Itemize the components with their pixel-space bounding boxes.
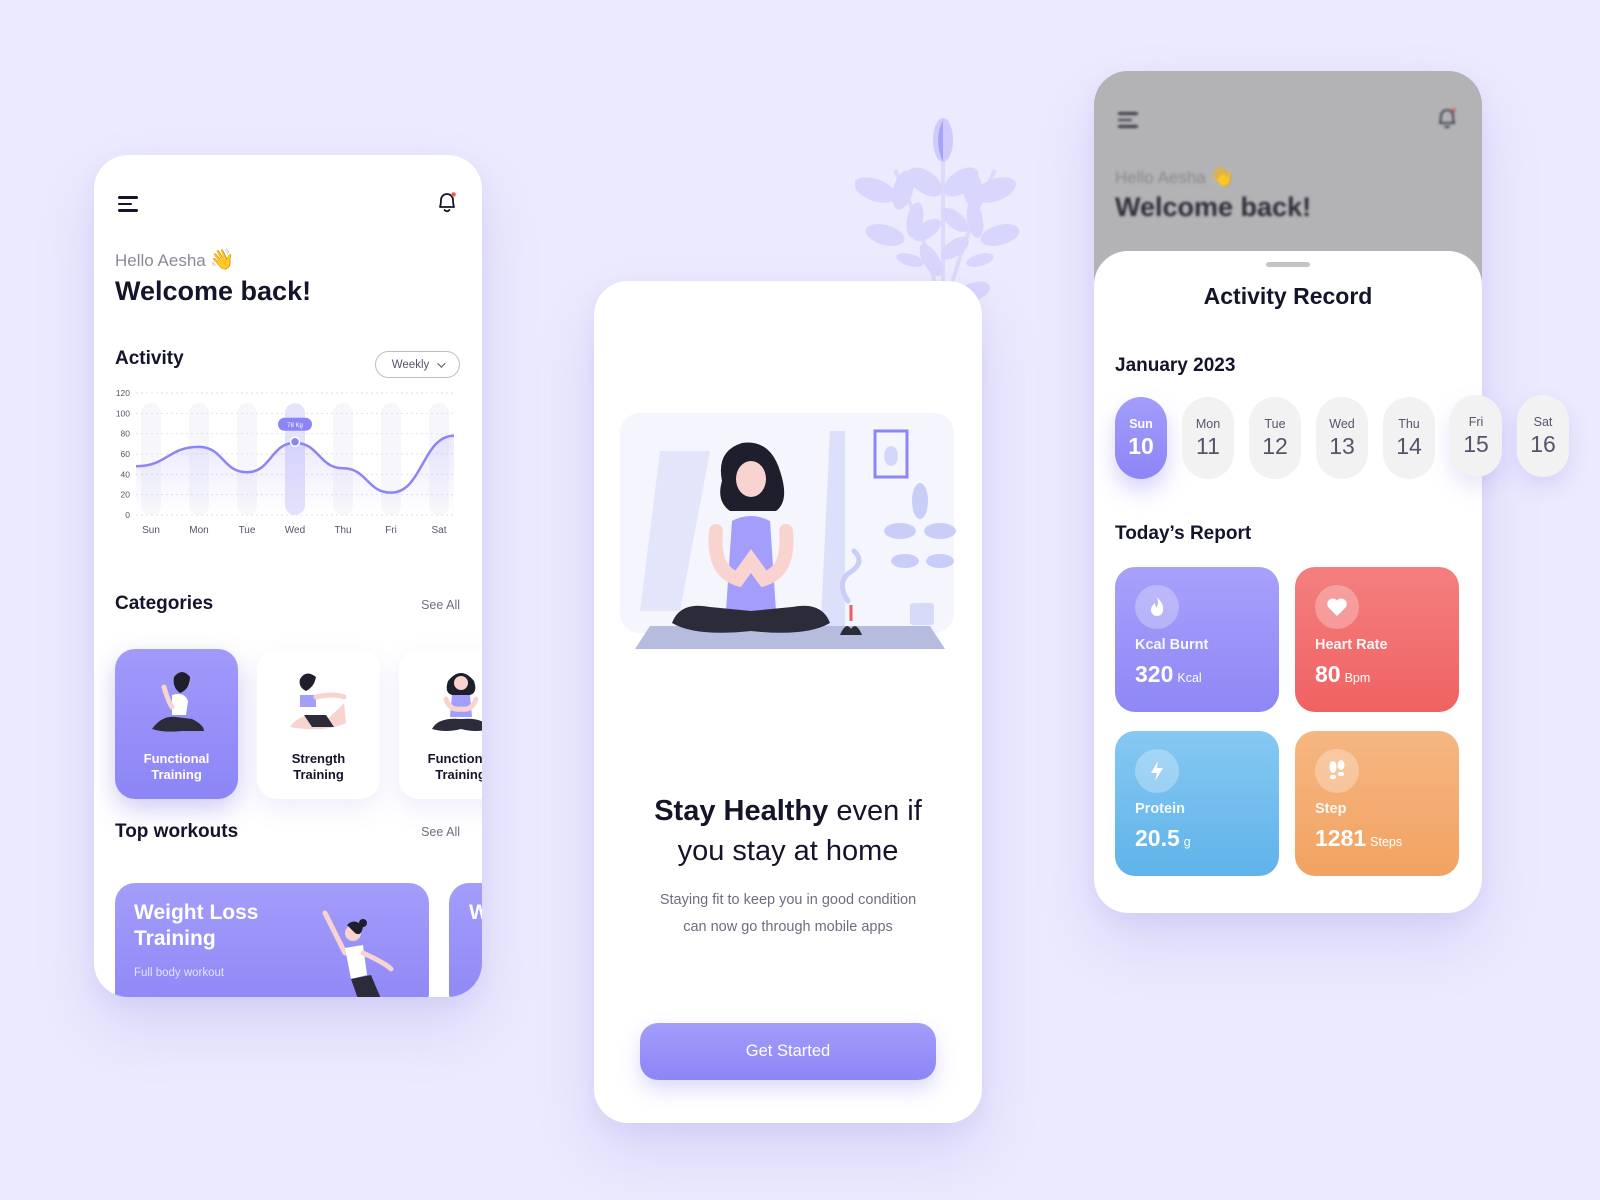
bell-icon [1436, 107, 1458, 131]
x-tick-label: Wed [285, 525, 305, 536]
footsteps-icon [1315, 749, 1359, 793]
greeting: Hello Aesha 👋 [115, 249, 235, 271]
hamburger-icon[interactable] [118, 196, 138, 212]
activity-chart: 0 20 40 60 80 100 120 Sun Mon Tue Wed Thu Fri Sat 78 K… [116, 388, 455, 536]
x-tick-label: Mon [189, 525, 208, 536]
wave-icon: 👋 [209, 249, 235, 271]
day-pill-tue[interactable]: Tue 12 [1249, 397, 1301, 479]
day-pill-fri[interactable]: Fri 15 [1450, 395, 1502, 477]
day-number: 12 [1262, 432, 1288, 459]
onboarding-headline: Stay Healthy even if you stay at home [654, 795, 922, 867]
y-tick-label: 0 [125, 510, 130, 520]
categories-title: Categories [115, 593, 214, 614]
y-tick-label: 100 [116, 408, 130, 418]
day-name: Thu [1398, 416, 1420, 431]
day-name: Sun [1129, 416, 1153, 431]
workout-title: W T [469, 901, 482, 924]
heart-icon [1315, 585, 1359, 629]
flame-icon [1135, 585, 1179, 629]
meditation-illustration [620, 413, 956, 649]
category-label: Strength Training [291, 751, 346, 782]
y-tick-label: 80 [121, 429, 131, 439]
workout-card[interactable]: Weight Loss Training Full body workout [115, 883, 429, 997]
chart-tooltip-label: 78 Kg [287, 423, 303, 429]
stat-card-kcal[interactable]: Kcal Burnt 320 Kcal [1115, 567, 1279, 712]
top-workouts-title: Top workouts [115, 821, 239, 842]
day-number: 15 [1463, 430, 1489, 457]
greeting: Hello Aesha 👋 [1115, 166, 1235, 188]
day-pill-sun[interactable]: Sun 10 [1115, 397, 1167, 479]
report-title: Today’s Report [1115, 523, 1252, 544]
day-name: Sat [1533, 414, 1553, 429]
chart-highlight-point [289, 436, 301, 448]
period-dropdown[interactable]: Weekly [375, 351, 460, 378]
category-card[interactable]: FunctionalTraining [399, 649, 482, 799]
stat-card-protein[interactable]: Protein 20.5 g [1115, 731, 1279, 876]
month-label: January 2023 [1115, 355, 1236, 376]
activity-record-screen: Hello Aesha 👋 Welcome back! Activity Reco… [1094, 71, 1482, 913]
bell-icon[interactable] [436, 191, 458, 215]
workout-subtitle: Full body workout [134, 967, 225, 979]
yoga-figure-icon [151, 672, 204, 732]
y-tick-label: 60 [121, 449, 131, 459]
day-number: 10 [1128, 432, 1154, 459]
home-screen: Hello Aesha 👋 Welcome back! Activity Week… [94, 155, 482, 997]
day-name: Mon [1195, 416, 1221, 431]
welcome-title: Welcome back! [1115, 192, 1312, 222]
day-pill-wed[interactable]: Wed 13 [1316, 397, 1368, 479]
wave-icon: 👋 [1209, 166, 1235, 188]
onboarding-screen: Stay Healthy even if you stay at home Sta… [594, 281, 982, 1123]
category-label: FunctionalTraining [427, 751, 482, 782]
category-card[interactable]: FunctionalTraining [115, 649, 238, 799]
day-pill-thu[interactable]: Thu 14 [1383, 397, 1435, 479]
yoga-figure-icon [289, 673, 346, 730]
category-label: FunctionalTraining [143, 751, 210, 782]
activity-record-sheet: Activity Record January 2023 Sun 10 Mon 11 T… [1094, 251, 1482, 913]
y-tick-label: 20 [121, 490, 131, 500]
top-workouts-see-all[interactable]: See All [421, 825, 460, 839]
activity-title: Activity [115, 348, 184, 369]
notification-dot [451, 192, 456, 197]
y-tick-label: 40 [121, 469, 131, 479]
day-number: 14 [1396, 432, 1422, 459]
stat-card-step[interactable]: Step 1281 Steps [1295, 731, 1459, 876]
onboarding-subtitle: Staying fit to keep you in good conditio… [659, 892, 917, 935]
yoga-figure-icon [431, 673, 482, 731]
workout-card[interactable]: W T [449, 883, 482, 997]
x-tick-label: Sat [431, 525, 446, 536]
chevron-down-icon [437, 358, 446, 368]
workout-title: Weight Loss Training [134, 901, 259, 950]
stat-card-heart-rate[interactable]: Heart Rate 80 Bpm [1295, 567, 1459, 712]
drag-handle[interactable] [1266, 262, 1310, 267]
welcome-title: Welcome back! [115, 276, 312, 306]
day-pill-mon[interactable]: Mon 11 [1182, 397, 1234, 479]
day-pill-sat[interactable]: Sat 16 [1517, 395, 1569, 477]
x-tick-label: Tue [239, 525, 256, 536]
hamburger-icon [1118, 112, 1138, 128]
day-name: Tue [1264, 416, 1286, 431]
workout-figure-icon [322, 910, 394, 997]
day-number: 13 [1329, 432, 1355, 459]
day-number: 16 [1530, 430, 1556, 457]
day-name: Fri [1468, 414, 1484, 429]
x-tick-label: Fri [385, 525, 397, 536]
category-card[interactable]: Strength Training [257, 649, 380, 799]
x-tick-label: Sun [142, 525, 160, 536]
categories-see-all[interactable]: See All [421, 598, 460, 612]
day-number: 11 [1196, 432, 1220, 459]
day-name: Wed [1329, 416, 1355, 431]
x-tick-label: Thu [334, 525, 351, 536]
y-tick-label: 120 [116, 388, 130, 398]
lightning-icon [1135, 749, 1179, 793]
get-started-button[interactable]: Get Started [640, 1023, 936, 1080]
sheet-title: Activity Record [1203, 283, 1373, 309]
